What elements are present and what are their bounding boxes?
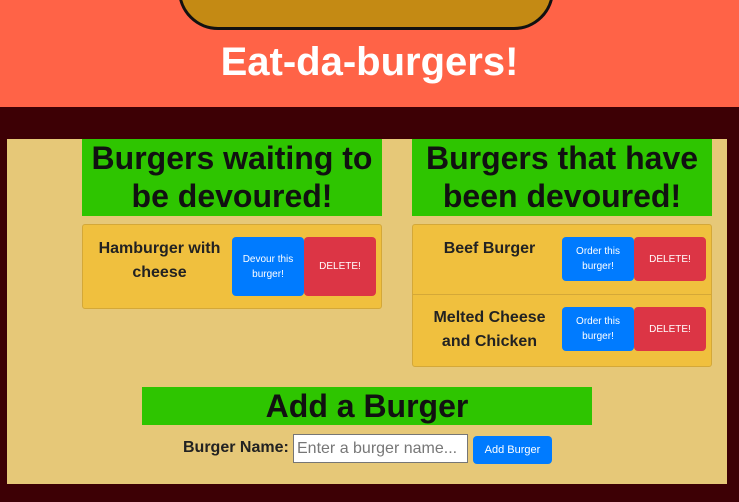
list-item: Beef Burger Order this burger! DELETE! [413, 225, 711, 294]
order-button[interactable]: Order this burger! [562, 237, 634, 281]
burger-logo-icon [178, 0, 554, 30]
waiting-section-title: Burgers waiting to be devoured! [82, 139, 382, 216]
delete-button[interactable]: DELETE! [304, 237, 376, 296]
devoured-section-title: Burgers that have been devoured! [412, 139, 712, 216]
main-panel: Burgers waiting to be devoured! Hamburge… [7, 139, 727, 484]
waiting-burger-list: Hamburger with cheese Devour this burger… [82, 224, 382, 309]
order-button[interactable]: Order this burger! [562, 307, 634, 351]
site-header: Eat-da-burgers! [0, 0, 739, 107]
burger-name-input[interactable] [293, 434, 468, 463]
list-item: Melted Cheese and Chicken Order this bur… [413, 294, 711, 366]
burger-name: Melted Cheese and Chicken [433, 309, 546, 350]
add-burger-title: Add a Burger [142, 387, 592, 425]
delete-button[interactable]: DELETE! [634, 237, 706, 281]
devoured-burger-list: Beef Burger Order this burger! DELETE! M… [412, 224, 712, 367]
burger-name: Hamburger with cheese [98, 240, 221, 281]
delete-button[interactable]: DELETE! [634, 307, 706, 351]
burger-name-label: Burger Name: [183, 439, 289, 456]
add-burger-button[interactable]: Add Burger [473, 436, 552, 464]
devour-button[interactable]: Devour this burger! [232, 237, 304, 296]
site-title: Eat-da-burgers! [220, 40, 519, 84]
burger-name: Beef Burger [443, 240, 536, 257]
list-item: Hamburger with cheese Devour this burger… [83, 225, 381, 308]
